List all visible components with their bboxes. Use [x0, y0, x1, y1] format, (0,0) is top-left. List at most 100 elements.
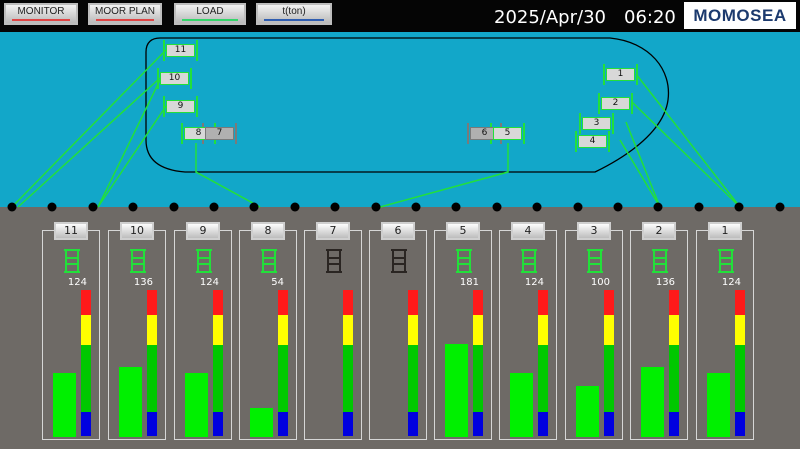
winch-button-7[interactable]: 7: [316, 222, 350, 240]
ship-winch-3[interactable]: 3: [582, 117, 611, 130]
load-value: 124: [721, 277, 741, 288]
ship-winch-2[interactable]: 2: [601, 97, 630, 110]
bollard-icon: [613, 202, 623, 212]
winch-icon: [64, 249, 80, 273]
load-scale: [408, 290, 418, 436]
load-bar: [250, 408, 273, 437]
load-bar: [641, 367, 664, 437]
winch-button-6[interactable]: 6: [381, 222, 415, 240]
bollard-icon: [7, 202, 17, 212]
winch-button-2[interactable]: 2: [642, 222, 676, 240]
load-bar: [576, 386, 599, 437]
winch-button-9[interactable]: 9: [186, 222, 220, 240]
bollard-icon: [532, 202, 542, 212]
load-scale: [735, 290, 745, 436]
bollard-icon: [573, 202, 583, 212]
load-scale: [278, 290, 288, 436]
bollard-icon: [451, 202, 461, 212]
load-scale: [538, 290, 548, 436]
ship-winch-5[interactable]: 5: [493, 127, 522, 140]
mooring-line: [625, 121, 661, 208]
winch-icon: [718, 249, 734, 273]
bollard-icon: [371, 202, 381, 212]
load-bar: [185, 373, 208, 437]
bollard-icon: [411, 202, 421, 212]
load-value: 136: [655, 277, 675, 288]
load-scale: [473, 290, 483, 436]
winch-panel-10: 10 136: [108, 222, 166, 440]
load-value: 124: [524, 277, 544, 288]
load-bar: [445, 344, 468, 437]
mooring-line: [17, 77, 161, 208]
bollard-icon: [128, 202, 138, 212]
winch-button-10[interactable]: 10: [120, 222, 154, 240]
bollard-icon: [775, 202, 785, 212]
winch-panel-2: 2 136: [630, 222, 688, 440]
load-bar: [510, 373, 533, 437]
load-value: 136: [133, 277, 153, 288]
winch-icon: [391, 249, 407, 273]
winch-button-11[interactable]: 11: [54, 222, 88, 240]
ship-winch-7[interactable]: 7: [205, 127, 234, 140]
winch-button-4[interactable]: 4: [511, 222, 545, 240]
winch-icon: [587, 249, 603, 273]
bollard-icon: [694, 202, 704, 212]
bollard-icon: [47, 202, 57, 212]
winch-icon: [456, 249, 472, 273]
load-bar: [707, 373, 730, 437]
load-value: 181: [459, 277, 479, 288]
load-scale: [604, 290, 614, 436]
load-bar: [53, 373, 76, 437]
mooring-line: [97, 79, 161, 208]
mooring-line: [379, 143, 509, 208]
ship-hull-outline: [145, 37, 670, 173]
winch-panel-8: 8 54: [239, 222, 297, 440]
winch-button-1[interactable]: 1: [708, 222, 742, 240]
bollard-icon: [169, 202, 179, 212]
winch-panel-3: 3 100: [565, 222, 623, 440]
ship-winch-11[interactable]: 11: [166, 44, 195, 57]
winch-panel-6: 6: [369, 222, 427, 440]
winch-icon: [196, 249, 212, 273]
bollard-icon: [209, 202, 219, 212]
bollard-icon: [290, 202, 300, 212]
winch-panel-9: 9 124: [174, 222, 232, 440]
ship-winch-4[interactable]: 4: [578, 135, 607, 148]
ship-winch-10[interactable]: 10: [160, 72, 189, 85]
load-value: 124: [199, 277, 219, 288]
load-scale: [81, 290, 91, 436]
winch-panel-5: 5 181: [434, 222, 492, 440]
mooring-line: [195, 143, 261, 208]
quay-bollards: [7, 202, 785, 212]
load-bar: [119, 367, 142, 437]
winch-button-3[interactable]: 3: [577, 222, 611, 240]
bollard-icon: [330, 202, 340, 212]
winch-panel-11: 11 124: [42, 222, 100, 440]
bollard-icon: [88, 202, 98, 212]
load-scale: [213, 290, 223, 436]
winch-panel-7: 7: [304, 222, 362, 440]
mooring-line: [11, 49, 167, 208]
load-scale: [669, 290, 679, 436]
ship-winch-9[interactable]: 9: [166, 100, 195, 113]
winch-icon: [261, 249, 277, 273]
winch-panel-4: 4 124: [499, 222, 557, 440]
bollard-icon: [653, 202, 663, 212]
bollard-icon: [734, 202, 744, 212]
winch-button-5[interactable]: 5: [446, 222, 480, 240]
load-scale: [147, 290, 157, 436]
winch-icon: [130, 249, 146, 273]
mooring-line: [619, 139, 661, 208]
bollard-icon: [249, 202, 259, 212]
mooring-line: [631, 101, 741, 208]
winch-panel-1: 1 124: [696, 222, 754, 440]
winch-icon: [521, 249, 537, 273]
winch-button-8[interactable]: 8: [251, 222, 285, 240]
bollard-icon: [492, 202, 502, 212]
load-value: 124: [67, 277, 87, 288]
load-value: 100: [590, 277, 610, 288]
winch-icon: [326, 249, 342, 273]
winch-icon: [652, 249, 668, 273]
ship-winch-1[interactable]: 1: [606, 68, 635, 81]
load-value: 54: [271, 277, 284, 288]
